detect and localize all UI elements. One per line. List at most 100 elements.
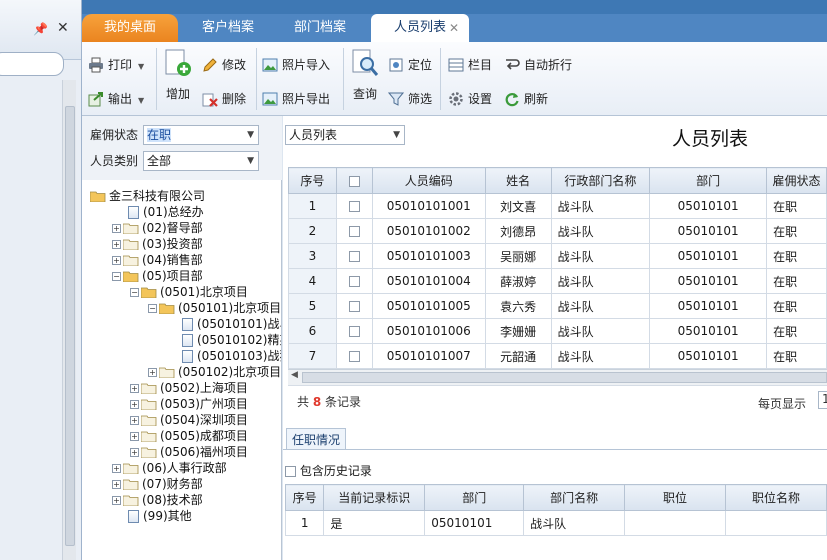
tab-customer-archive[interactable]: 客户档案 <box>182 14 274 42</box>
per-page-input[interactable]: 1 <box>818 391 827 409</box>
expand-icon[interactable]: + <box>112 464 121 473</box>
edit-button[interactable]: 修改 <box>202 54 246 76</box>
row-checkbox-cell[interactable] <box>335 318 373 344</box>
column-header[interactable]: 序号 <box>288 167 337 194</box>
tree-node[interactable]: + (03)投资部 <box>112 236 203 252</box>
close-icon[interactable]: ✕ <box>57 20 69 36</box>
tree-node[interactable]: (99)其他 <box>128 508 192 524</box>
tree-node[interactable]: (05010103)战狼队 <box>182 348 281 364</box>
include-history-checkbox[interactable]: 包含历史记录 <box>285 462 372 479</box>
auto-wrap-button[interactable]: 自动折行 <box>504 54 572 76</box>
tree-node[interactable]: − (0501)北京项目 <box>130 284 248 300</box>
table-row[interactable]: 1 是 05010101 战斗队 <box>284 510 827 536</box>
nav-scrollbar[interactable] <box>62 80 76 560</box>
tree-node[interactable]: + (0504)深圳项目 <box>130 412 248 428</box>
tree-node[interactable]: + (0505)成都项目 <box>130 428 248 444</box>
expand-icon[interactable]: + <box>130 400 139 409</box>
tree-node[interactable]: + (0506)福州项目 <box>130 444 248 460</box>
row-checkbox-cell[interactable] <box>335 243 373 269</box>
tab-department-archive[interactable]: 部门档案 <box>274 14 366 42</box>
employment-status-select[interactable]: 在职 ▼ <box>143 125 259 145</box>
table-row[interactable]: 5 05010101005 袁六秀 战斗队 05010101 在职 <box>288 293 827 319</box>
export-button[interactable]: 输出 ▼ <box>88 88 144 110</box>
column-header[interactable]: 部门 <box>649 167 768 194</box>
select-all-checkbox[interactable] <box>335 167 373 194</box>
collapse-icon[interactable]: − <box>148 304 157 313</box>
column-header[interactable]: 部门 <box>424 484 525 511</box>
tree-node[interactable]: − (05)项目部 <box>112 268 203 284</box>
tree-node[interactable]: + (0502)上海项目 <box>130 380 248 396</box>
column-header[interactable]: 行政部门名称 <box>550 167 651 194</box>
tree-node[interactable]: 金三科技有限公司 <box>90 188 205 204</box>
table-horizontal-scrollbar[interactable]: ◀ <box>288 369 827 385</box>
pin-icon[interactable]: 📌 <box>33 22 48 36</box>
tree-node[interactable]: (05010101)战斗队 <box>182 316 281 332</box>
checkbox[interactable] <box>348 301 360 312</box>
column-header[interactable]: 职位 <box>624 484 727 511</box>
tree-node[interactable]: (01)总经办 <box>128 204 204 220</box>
tree-node[interactable]: (05010102)精英队 <box>182 332 281 348</box>
collapse-icon[interactable]: − <box>130 288 139 297</box>
delete-button[interactable]: 删除 <box>202 88 246 110</box>
expand-icon[interactable]: + <box>130 384 139 393</box>
tree-node[interactable]: + (0503)广州项目 <box>130 396 248 412</box>
table-row[interactable]: 7 05010101007 元韶通 战斗队 05010101 在职 <box>288 343 827 369</box>
tab-close-icon[interactable]: ✕ <box>449 14 459 42</box>
row-checkbox-cell[interactable] <box>335 268 373 294</box>
settings-button[interactable]: 设置 <box>448 88 492 110</box>
chevron-down-icon[interactable]: ▼ <box>138 96 144 105</box>
list-view-select[interactable]: 人员列表 ▼ <box>285 125 405 145</box>
chevron-down-icon[interactable]: ▼ <box>138 62 144 71</box>
tab-personnel-list[interactable]: 人员列表 ✕ <box>371 14 469 42</box>
column-header[interactable]: 雇佣状态 <box>766 167 827 194</box>
photo-import-button[interactable]: 照片导入 <box>262 54 330 76</box>
refresh-button[interactable]: 刷新 <box>504 88 548 110</box>
add-button[interactable]: 增加 <box>162 48 194 102</box>
expand-icon[interactable]: + <box>130 448 139 457</box>
nav-scrollbar-thumb[interactable] <box>65 106 75 546</box>
row-checkbox-cell[interactable] <box>335 218 373 244</box>
nav-search-input[interactable] <box>0 52 64 76</box>
tab-desktop[interactable]: 我的桌面 <box>82 14 178 42</box>
checkbox[interactable] <box>348 201 360 212</box>
checkbox[interactable] <box>348 226 360 237</box>
expand-icon[interactable]: + <box>112 480 121 489</box>
checkbox[interactable] <box>348 351 360 362</box>
tree-node[interactable]: + (04)销售部 <box>112 252 203 268</box>
print-button[interactable]: 打印 ▼ <box>88 54 144 76</box>
checkbox[interactable] <box>348 276 360 287</box>
column-header[interactable]: 人员编码 <box>371 167 486 194</box>
expand-icon[interactable]: + <box>130 432 139 441</box>
row-checkbox-cell[interactable] <box>335 193 373 219</box>
scrollbar-thumb[interactable] <box>302 372 827 383</box>
table-row[interactable]: 1 05010101001 刘文喜 战斗队 05010101 在职 <box>288 193 827 219</box>
scroll-left-arrow-icon[interactable]: ◀ <box>291 370 298 380</box>
column-header[interactable]: 序号 <box>284 484 325 511</box>
checkbox[interactable] <box>348 175 360 187</box>
checkbox[interactable] <box>285 466 296 477</box>
row-checkbox-cell[interactable] <box>335 343 373 369</box>
expand-icon[interactable]: + <box>112 240 121 249</box>
checkbox[interactable] <box>348 251 360 262</box>
query-button[interactable]: 查询 <box>348 48 382 102</box>
expand-icon[interactable]: + <box>148 368 157 377</box>
locate-button[interactable]: 定位 <box>388 54 432 76</box>
column-header[interactable]: 职位名称 <box>725 484 827 511</box>
expand-icon[interactable]: + <box>112 496 121 505</box>
checkbox[interactable] <box>348 326 360 337</box>
columns-button[interactable]: 栏目 <box>448 54 492 76</box>
table-row[interactable]: 3 05010101003 吴丽娜 战斗队 05010101 在职 <box>288 243 827 269</box>
tree-node[interactable]: + (07)财务部 <box>112 476 203 492</box>
tree-node[interactable]: + (08)技术部 <box>112 492 203 508</box>
table-row[interactable]: 6 05010101006 李姗姗 战斗队 05010101 在职 <box>288 318 827 344</box>
expand-icon[interactable]: + <box>130 416 139 425</box>
filter-button[interactable]: 筛选 <box>388 88 432 110</box>
tab-employment-info[interactable]: 任职情况 <box>286 428 346 450</box>
expand-icon[interactable]: + <box>112 224 121 233</box>
expand-icon[interactable]: + <box>112 256 121 265</box>
row-checkbox-cell[interactable] <box>335 293 373 319</box>
personnel-category-select[interactable]: 全部 ▼ <box>143 151 259 171</box>
table-row[interactable]: 4 05010101004 薛淑婷 战斗队 05010101 在职 <box>288 268 827 294</box>
column-header[interactable]: 当前记录标识 <box>323 484 426 511</box>
collapse-icon[interactable]: − <box>112 272 121 281</box>
